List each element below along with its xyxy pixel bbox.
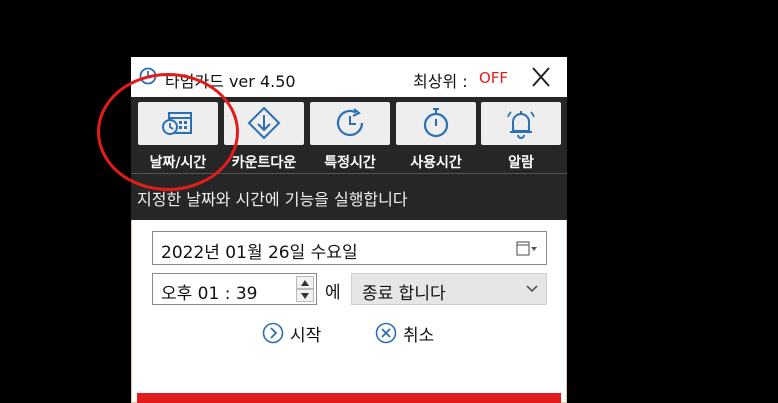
action-select[interactable]: 종료 합니다 xyxy=(351,273,547,305)
download-arrow-icon xyxy=(247,106,281,140)
tab-specific-time-box xyxy=(310,102,390,145)
time-value: 오후 01 : 39 xyxy=(161,284,258,304)
clock-refresh-icon xyxy=(336,108,364,137)
status-bar xyxy=(137,393,561,403)
calendar-dropdown-icon xyxy=(516,241,537,256)
date-picker[interactable]: 2022년 01월 26일 수요일 xyxy=(152,231,547,265)
cancel-button[interactable]: 취소 xyxy=(375,319,455,346)
tab-usage-time-label: 사용시간 xyxy=(410,155,462,171)
connector-label: 에 xyxy=(325,283,341,303)
start-button-label: 시작 xyxy=(290,326,322,346)
time-spinner xyxy=(296,276,314,302)
close-icon xyxy=(532,67,550,87)
chevron-circle-right-icon xyxy=(262,322,284,344)
tab-usage-time-box xyxy=(396,102,476,145)
tab-specific-time[interactable]: 특정시간 xyxy=(310,102,390,171)
always-on-top-toggle[interactable]: OFF xyxy=(479,69,508,87)
action-value: 종료 합니다 xyxy=(362,284,446,304)
close-circle-icon xyxy=(375,322,397,344)
spin-down-icon xyxy=(301,293,309,299)
always-on-top-label: 최상위 : xyxy=(413,72,468,91)
spin-up-icon xyxy=(301,280,309,286)
time-picker[interactable]: 오후 01 : 39 xyxy=(152,273,317,305)
start-button[interactable]: 시작 xyxy=(262,319,342,346)
tab-specific-time-label: 특정시간 xyxy=(324,155,376,171)
tab-alarm-box xyxy=(481,102,561,145)
time-decrement-button[interactable] xyxy=(296,289,314,302)
tab-alarm-label: 알람 xyxy=(508,155,534,171)
time-increment-button[interactable] xyxy=(296,276,314,289)
cancel-button-label: 취소 xyxy=(403,326,435,346)
tab-alarm[interactable]: 알람 xyxy=(481,102,561,171)
close-button[interactable] xyxy=(529,66,553,88)
chevron-down-icon xyxy=(526,285,538,293)
bell-icon xyxy=(507,111,535,139)
tab-usage-time[interactable]: 사용시간 xyxy=(396,102,476,171)
stopwatch-icon xyxy=(423,108,449,138)
highlight-annotation-circle xyxy=(97,73,239,191)
date-value: 2022년 01월 26일 수요일 xyxy=(161,243,358,263)
